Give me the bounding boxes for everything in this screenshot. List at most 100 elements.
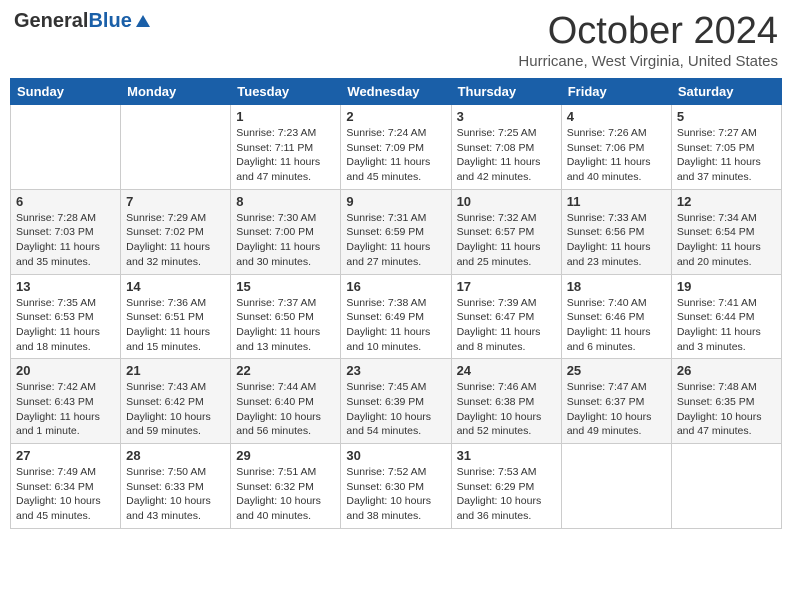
day-info: Sunrise: 7:28 AM Sunset: 7:03 PM Dayligh… — [16, 211, 115, 270]
day-number: 15 — [236, 279, 335, 294]
calendar-cell: 15Sunrise: 7:37 AM Sunset: 6:50 PM Dayli… — [231, 274, 341, 359]
day-info: Sunrise: 7:51 AM Sunset: 6:32 PM Dayligh… — [236, 465, 335, 524]
calendar-cell: 10 Sunrise: 7:32 AM Sunset: 6:57 PM Dayli… — [451, 189, 561, 274]
title-block: October 2024 Hurricane, West Virginia, U… — [518, 10, 778, 70]
day-number: 22 — [236, 363, 335, 378]
calendar-cell — [561, 444, 671, 529]
calendar-week-row: 1Sunrise: 7:23 AM Sunset: 7:11 PM Daylig… — [11, 105, 782, 190]
day-number: 21 — [126, 363, 225, 378]
day-number: 10 — [457, 194, 556, 209]
day-info: Sunrise: 7:43 AM Sunset: 6:42 PM Dayligh… — [126, 380, 225, 439]
calendar-cell: 9Sunrise: 7:31 AM Sunset: 6:59 PM Daylig… — [341, 189, 451, 274]
day-of-week-header: Tuesday — [231, 79, 341, 105]
day-info: Sunrise: 7:46 AM Sunset: 6:38 PM Dayligh… — [457, 380, 556, 439]
calendar-cell: 7 Sunrise: 7:29 AM Sunset: 7:02 PM Daylig… — [121, 189, 231, 274]
day-number: 23 — [346, 363, 445, 378]
location-subtitle: Hurricane, West Virginia, United States — [518, 53, 778, 70]
day-number: 25 — [567, 363, 666, 378]
day-number: 26 — [677, 363, 776, 378]
day-info: Sunrise: 7:47 AM Sunset: 6:37 PM Dayligh… — [567, 380, 666, 439]
day-info: Sunrise: 7:45 AM Sunset: 6:39 PM Dayligh… — [346, 380, 445, 439]
calendar-cell: 21 Sunrise: 7:43 AM Sunset: 6:42 PM Dayli… — [121, 359, 231, 444]
calendar-cell: 6 Sunrise: 7:28 AM Sunset: 7:03 PM Daylig… — [11, 189, 121, 274]
day-of-week-header: Thursday — [451, 79, 561, 105]
day-info: Sunrise: 7:49 AM Sunset: 6:34 PM Dayligh… — [16, 465, 115, 524]
day-info: Sunrise: 7:35 AM Sunset: 6:53 PM Dayligh… — [16, 296, 115, 355]
calendar-cell — [121, 105, 231, 190]
calendar-cell: 26 Sunrise: 7:48 AM Sunset: 6:35 PM Dayli… — [671, 359, 781, 444]
day-info: Sunrise: 7:34 AM Sunset: 6:54 PM Dayligh… — [677, 211, 776, 270]
day-info: Sunrise: 7:40 AM Sunset: 6:46 PM Dayligh… — [567, 296, 666, 355]
calendar-cell: 24 Sunrise: 7:46 AM Sunset: 6:38 PM Dayli… — [451, 359, 561, 444]
day-info: Sunrise: 7:50 AM Sunset: 6:33 PM Dayligh… — [126, 465, 225, 524]
day-info: Sunrise: 7:32 AM Sunset: 6:57 PM Dayligh… — [457, 211, 556, 270]
day-of-week-header: Saturday — [671, 79, 781, 105]
logo: GeneralBlue — [14, 10, 152, 33]
calendar-cell: 16 Sunrise: 7:38 AM Sunset: 6:49 PM Dayli… — [341, 274, 451, 359]
calendar-cell: 30Sunrise: 7:52 AM Sunset: 6:30 PM Dayli… — [341, 444, 451, 529]
day-number: 31 — [457, 448, 556, 463]
calendar-cell: 3 Sunrise: 7:25 AM Sunset: 7:08 PM Daylig… — [451, 105, 561, 190]
day-info: Sunrise: 7:31 AM Sunset: 6:59 PM Dayligh… — [346, 211, 445, 270]
day-number: 5 — [677, 109, 776, 124]
day-of-week-header: Friday — [561, 79, 671, 105]
day-info: Sunrise: 7:39 AM Sunset: 6:47 PM Dayligh… — [457, 296, 556, 355]
day-number: 28 — [126, 448, 225, 463]
day-number: 7 — [126, 194, 225, 209]
calendar-cell: 13 Sunrise: 7:35 AM Sunset: 6:53 PM Dayli… — [11, 274, 121, 359]
day-info: Sunrise: 7:26 AM Sunset: 7:06 PM Dayligh… — [567, 126, 666, 185]
calendar-cell: 27 Sunrise: 7:49 AM Sunset: 6:34 PM Dayli… — [11, 444, 121, 529]
day-number: 24 — [457, 363, 556, 378]
day-info: Sunrise: 7:42 AM Sunset: 6:43 PM Dayligh… — [16, 380, 115, 439]
day-number: 3 — [457, 109, 556, 124]
calendar-cell: 2Sunrise: 7:24 AM Sunset: 7:09 PM Daylig… — [341, 105, 451, 190]
day-info: Sunrise: 7:41 AM Sunset: 6:44 PM Dayligh… — [677, 296, 776, 355]
day-number: 29 — [236, 448, 335, 463]
calendar-cell: 5 Sunrise: 7:27 AM Sunset: 7:05 PM Daylig… — [671, 105, 781, 190]
calendar-cell: 17Sunrise: 7:39 AM Sunset: 6:47 PM Dayli… — [451, 274, 561, 359]
day-info: Sunrise: 7:29 AM Sunset: 7:02 PM Dayligh… — [126, 211, 225, 270]
day-number: 4 — [567, 109, 666, 124]
calendar-week-row: 27 Sunrise: 7:49 AM Sunset: 6:34 PM Dayli… — [11, 444, 782, 529]
day-number: 16 — [346, 279, 445, 294]
calendar-week-row: 6 Sunrise: 7:28 AM Sunset: 7:03 PM Daylig… — [11, 189, 782, 274]
day-number: 6 — [16, 194, 115, 209]
day-number: 18 — [567, 279, 666, 294]
calendar-week-row: 20Sunrise: 7:42 AM Sunset: 6:43 PM Dayli… — [11, 359, 782, 444]
day-info: Sunrise: 7:27 AM Sunset: 7:05 PM Dayligh… — [677, 126, 776, 185]
day-info: Sunrise: 7:52 AM Sunset: 6:30 PM Dayligh… — [346, 465, 445, 524]
calendar-cell: 12 Sunrise: 7:34 AM Sunset: 6:54 PM Dayli… — [671, 189, 781, 274]
day-number: 8 — [236, 194, 335, 209]
day-number: 12 — [677, 194, 776, 209]
day-info: Sunrise: 7:48 AM Sunset: 6:35 PM Dayligh… — [677, 380, 776, 439]
day-of-week-header: Wednesday — [341, 79, 451, 105]
day-info: Sunrise: 7:44 AM Sunset: 6:40 PM Dayligh… — [236, 380, 335, 439]
calendar-cell: 11Sunrise: 7:33 AM Sunset: 6:56 PM Dayli… — [561, 189, 671, 274]
page-header: GeneralBlue October 2024 Hurricane, West… — [10, 10, 782, 70]
day-info: Sunrise: 7:36 AM Sunset: 6:51 PM Dayligh… — [126, 296, 225, 355]
day-info: Sunrise: 7:25 AM Sunset: 7:08 PM Dayligh… — [457, 126, 556, 185]
day-number: 14 — [126, 279, 225, 294]
calendar-cell: 20Sunrise: 7:42 AM Sunset: 6:43 PM Dayli… — [11, 359, 121, 444]
day-of-week-header: Monday — [121, 79, 231, 105]
calendar-cell: 31Sunrise: 7:53 AM Sunset: 6:29 PM Dayli… — [451, 444, 561, 529]
day-number: 2 — [346, 109, 445, 124]
day-number: 27 — [16, 448, 115, 463]
day-info: Sunrise: 7:30 AM Sunset: 7:00 PM Dayligh… — [236, 211, 335, 270]
logo-general-text: GeneralBlue — [14, 10, 132, 33]
calendar-cell: 28 Sunrise: 7:50 AM Sunset: 6:33 PM Dayli… — [121, 444, 231, 529]
calendar-cell — [671, 444, 781, 529]
calendar-cell — [11, 105, 121, 190]
day-info: Sunrise: 7:38 AM Sunset: 6:49 PM Dayligh… — [346, 296, 445, 355]
calendar-cell: 18 Sunrise: 7:40 AM Sunset: 6:46 PM Dayli… — [561, 274, 671, 359]
day-number: 19 — [677, 279, 776, 294]
calendar-cell: 19 Sunrise: 7:41 AM Sunset: 6:44 PM Dayli… — [671, 274, 781, 359]
day-number: 13 — [16, 279, 115, 294]
calendar-cell: 29 Sunrise: 7:51 AM Sunset: 6:32 PM Dayli… — [231, 444, 341, 529]
calendar-cell: 25 Sunrise: 7:47 AM Sunset: 6:37 PM Dayli… — [561, 359, 671, 444]
day-of-week-header: Sunday — [11, 79, 121, 105]
calendar-cell: 23 Sunrise: 7:45 AM Sunset: 6:39 PM Dayli… — [341, 359, 451, 444]
day-number: 11 — [567, 194, 666, 209]
calendar-cell: 14 Sunrise: 7:36 AM Sunset: 6:51 PM Dayli… — [121, 274, 231, 359]
calendar-cell: 1Sunrise: 7:23 AM Sunset: 7:11 PM Daylig… — [231, 105, 341, 190]
